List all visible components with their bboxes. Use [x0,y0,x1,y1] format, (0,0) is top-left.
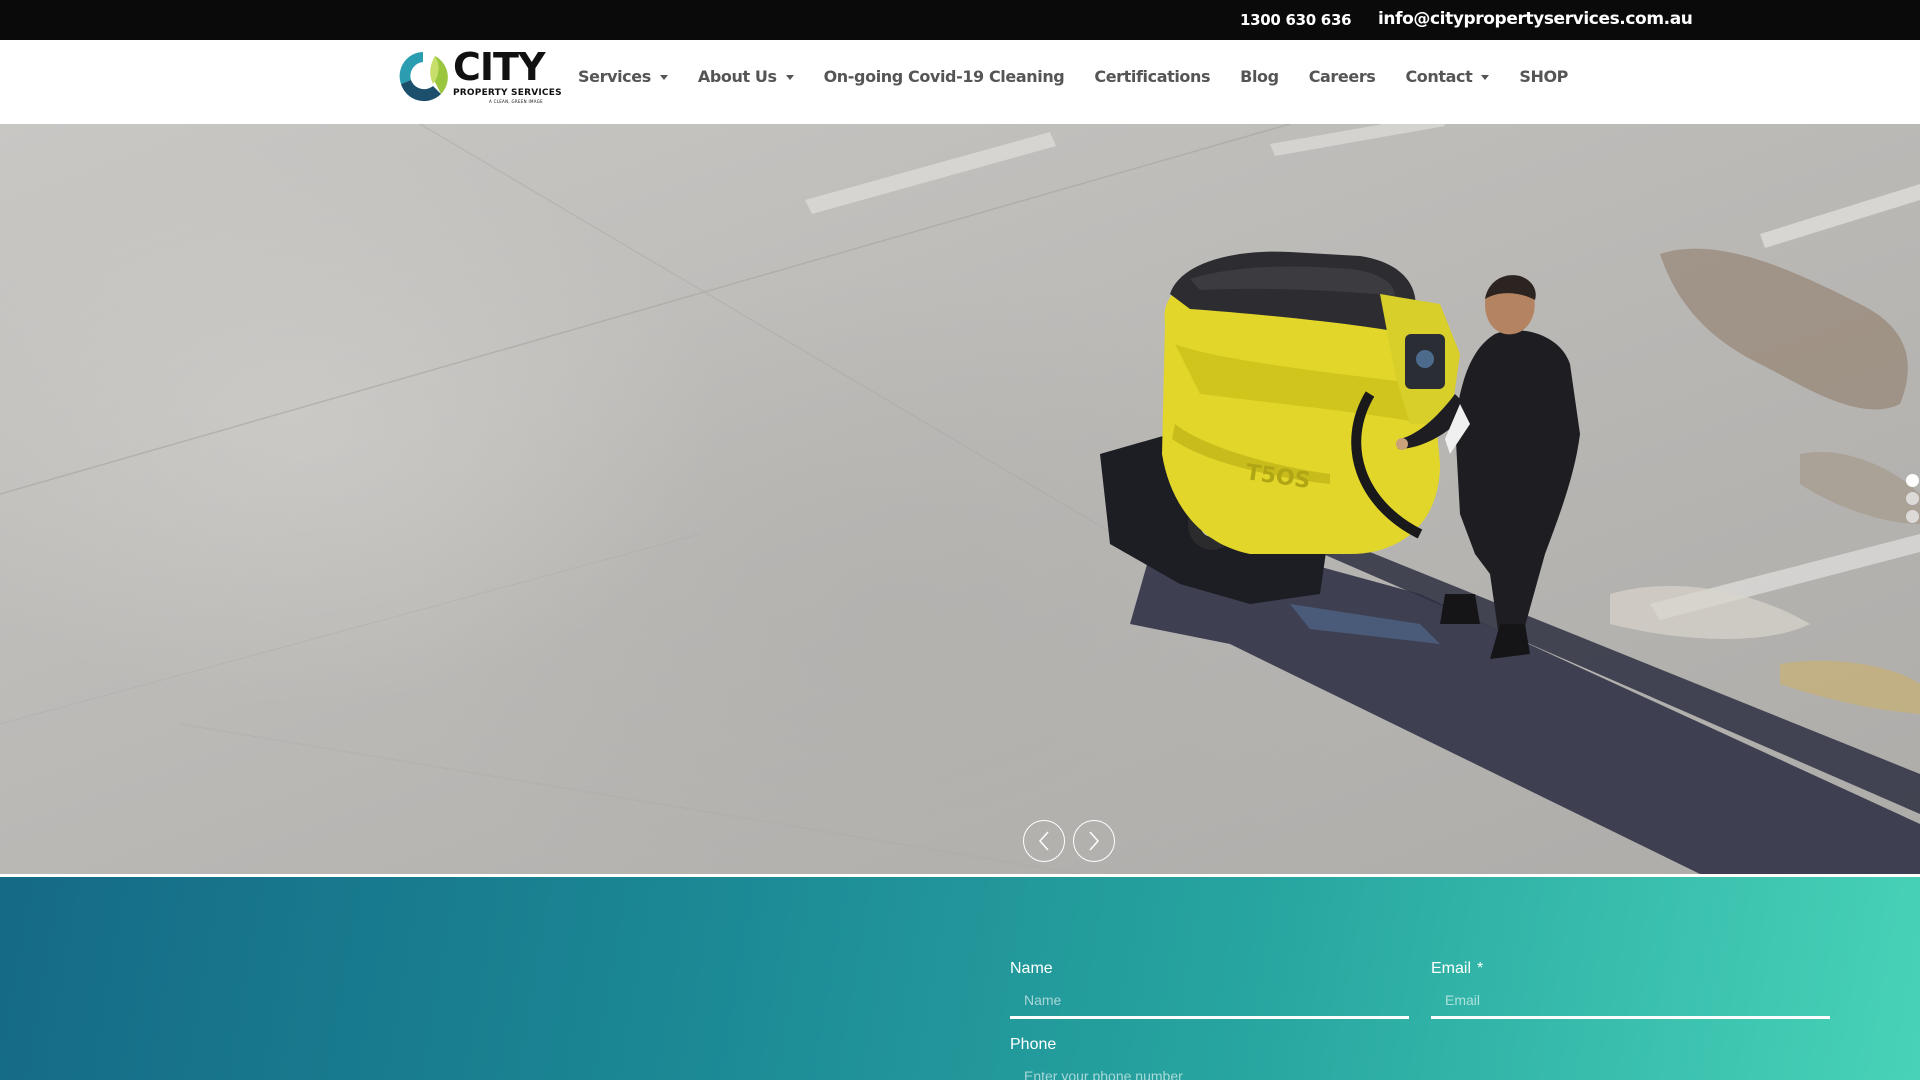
nav-item-shop[interactable]: SHOP [1519,67,1568,86]
site-header: CITY PROPERTY SERVICES A CLEAN, GREEN IM… [0,40,1920,124]
nav-label: SHOP [1519,67,1568,86]
email-field-group: Email * [1431,960,1830,1019]
chevron-right-icon [1089,831,1100,851]
nav-item-covid-cleaning[interactable]: On-going Covid-19 Cleaning [824,67,1065,86]
logo-wordmark: CITY [453,45,545,89]
logo-swirl-icon [399,52,448,102]
logo-subtitle: PROPERTY SERVICES [453,88,562,98]
nav-label: Services [578,67,651,86]
email-label: Email * [1431,960,1484,977]
email-link[interactable]: info@citypropertyservices.com.au [1378,9,1693,29]
nav-label: Blog [1240,67,1279,86]
phone-link[interactable]: 1300 630 636 [1240,11,1352,29]
slider-dot[interactable] [1906,510,1919,523]
caret-down-icon [659,75,668,80]
email-input[interactable] [1431,988,1830,1019]
nav-label: About Us [697,67,777,86]
nav-label: Careers [1308,67,1376,86]
nav-item-certifications[interactable]: Certifications [1094,67,1210,86]
hero-slider: T5OS [0,124,1920,874]
slider-next-button[interactable] [1073,820,1115,862]
logo-tagline: A CLEAN, GREEN IMAGE [489,99,543,104]
phone-input[interactable] [1010,1064,1409,1080]
nav-label: Contact [1405,67,1473,86]
slider-pagination [1906,474,1919,528]
logo[interactable]: CITY PROPERTY SERVICES A CLEAN, GREEN IM… [395,45,562,106]
nav-label: Certifications [1094,67,1211,86]
caret-down-icon [785,75,794,80]
caret-down-icon [1481,75,1490,80]
hero-image: T5OS [0,124,1920,874]
name-label: Name [1010,960,1053,977]
phone-label: Phone [1010,1036,1057,1053]
slider-prev-button[interactable] [1023,820,1065,862]
nav-item-services[interactable]: Services [578,67,668,86]
slider-dot[interactable] [1906,492,1919,505]
main-nav: Services About Us On-going Covid-19 Clea… [578,67,1598,86]
contact-form-section: Name Email* Phone [0,877,1920,1080]
name-input[interactable] [1010,988,1409,1019]
top-contact-bar: 1300 630 636 info@citypropertyservices.c… [0,0,1920,40]
nav-item-careers[interactable]: Careers [1309,67,1376,86]
nav-label: On-going Covid-19 Cleaning [823,67,1065,86]
phone-field-group: Phone [1010,1036,1409,1080]
nav-item-contact[interactable]: Contact [1405,67,1490,86]
chevron-left-icon [1038,831,1049,851]
nav-item-blog[interactable]: Blog [1240,67,1279,86]
required-marker: * [1477,960,1484,977]
slider-dot[interactable] [1906,474,1919,487]
name-field-group: Name [1010,960,1409,1019]
nav-item-about-us[interactable]: About Us [698,67,794,86]
